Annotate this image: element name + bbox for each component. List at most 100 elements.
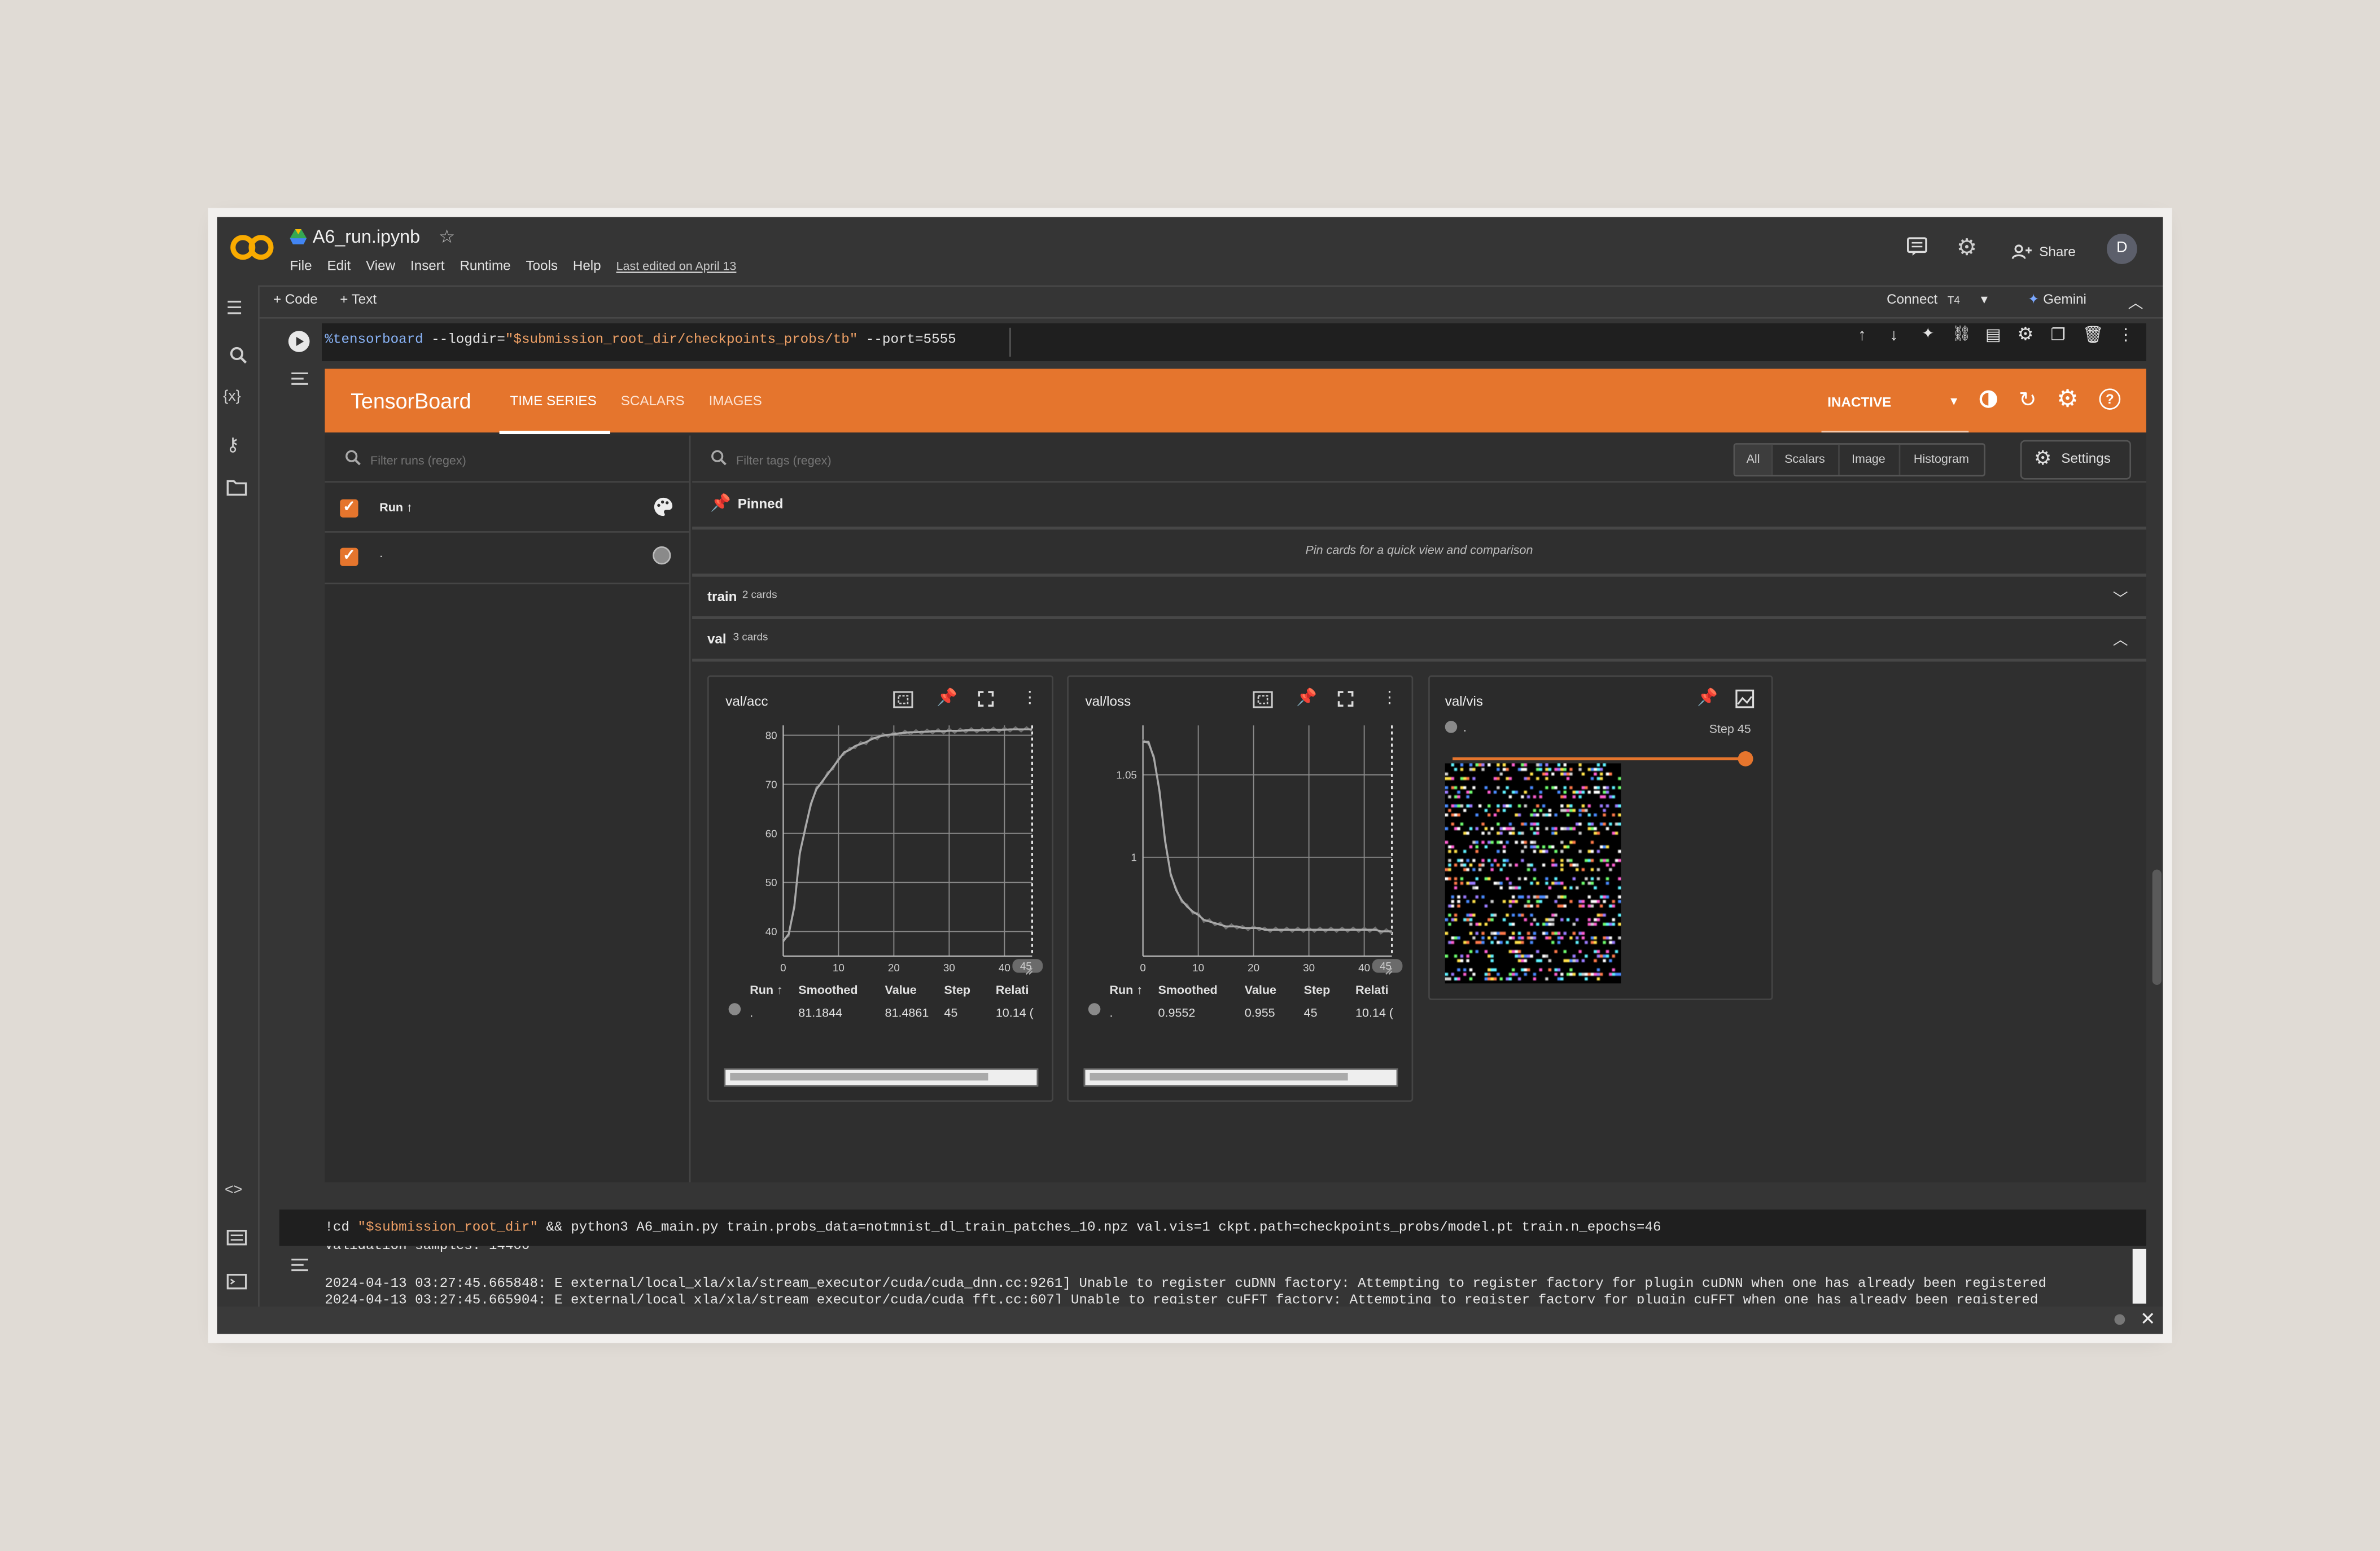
- cell2-output-options-icon[interactable]: [290, 1256, 310, 1273]
- col-run[interactable]: Run ↑: [750, 983, 783, 997]
- tab-scalars[interactable]: SCALARS: [621, 393, 685, 408]
- run-checkbox[interactable]: ✓: [340, 547, 358, 566]
- menu-edit[interactable]: Edit: [327, 258, 351, 273]
- notebook-title[interactable]: A6_run.ipynb: [313, 226, 420, 248]
- settings-gear-icon[interactable]: ⚙: [1957, 234, 1977, 261]
- tab-images[interactable]: IMAGES: [709, 393, 762, 408]
- col-smoothed[interactable]: Smoothed: [1158, 983, 1218, 997]
- run-color-swatch[interactable]: [653, 546, 671, 565]
- filter-all-button[interactable]: All: [1735, 444, 1773, 475]
- filter-image-button[interactable]: Image: [1838, 444, 1901, 475]
- delete-icon[interactable]: 🗑: [2082, 325, 2104, 344]
- collapse-chevron-icon[interactable]: ︿: [2113, 626, 2128, 650]
- image-settings-icon[interactable]: [1735, 689, 1755, 709]
- connect-button[interactable]: Connect T4: [1887, 291, 1960, 306]
- code-cell-2-editor[interactable]: !cd "$submission_root_dir" && python3 A6…: [279, 1209, 2146, 1246]
- settings-button[interactable]: ⚙ Settings: [2020, 440, 2132, 480]
- tb-settings-icon[interactable]: ⚙: [2057, 384, 2079, 414]
- link-icon[interactable]: ⛓: [1952, 326, 1971, 343]
- files-folder-icon[interactable]: [226, 480, 248, 497]
- run-column-header[interactable]: Run ↑: [379, 501, 413, 514]
- fit-domain-icon[interactable]: [1252, 690, 1274, 708]
- collapse-header-icon[interactable]: ︿: [2128, 290, 2143, 313]
- cell-settings-icon[interactable]: ⚙: [2017, 323, 2033, 345]
- scrollbar-thumb[interactable]: [730, 1072, 988, 1081]
- gemini-button[interactable]: ✦ Gemini: [2028, 291, 2086, 308]
- toc-icon[interactable]: ☰: [226, 297, 243, 319]
- col-step[interactable]: Step: [944, 983, 970, 997]
- terminal-icon[interactable]: [226, 1273, 248, 1290]
- comment-icon[interactable]: ▤: [1985, 325, 2001, 344]
- command-palette-icon[interactable]: [226, 1229, 248, 1246]
- card-menu-icon[interactable]: ⋮: [1381, 687, 1398, 707]
- move-up-icon[interactable]: ↑: [1858, 326, 1866, 344]
- add-code-button[interactable]: + Code: [273, 291, 318, 306]
- col-value[interactable]: Value: [1245, 983, 1276, 997]
- more-icon[interactable]: ⋮: [2118, 325, 2134, 344]
- col-step[interactable]: Step: [1304, 983, 1331, 997]
- chart-val-loss[interactable]: 0 10 20 30 4011.0545: [1069, 716, 1412, 977]
- col-relative[interactable]: Relati: [996, 983, 1029, 997]
- close-icon[interactable]: ✕: [2140, 1308, 2155, 1330]
- palette-icon[interactable]: [653, 496, 674, 518]
- card-pin-icon[interactable]: 📌: [1296, 687, 1317, 707]
- card-pin-icon[interactable]: 📌: [1697, 687, 1718, 707]
- tab-time-series[interactable]: TIME SERIES: [510, 393, 596, 408]
- dark-mode-icon[interactable]: [1978, 388, 1999, 410]
- menu-tools[interactable]: Tools: [526, 258, 558, 273]
- search-icon[interactable]: [229, 346, 247, 364]
- x-tick-label: 20: [888, 962, 900, 974]
- code-snippets-icon[interactable]: <>: [225, 1182, 242, 1199]
- avatar[interactable]: D: [2107, 234, 2137, 264]
- secrets-key-icon[interactable]: ⚷: [226, 434, 240, 455]
- menu-insert[interactable]: Insert: [410, 258, 445, 273]
- star-icon[interactable]: ☆: [439, 226, 455, 248]
- page-scrollbar-thumb[interactable]: [2152, 869, 2162, 985]
- fit-domain-icon[interactable]: [893, 690, 914, 708]
- menu-runtime[interactable]: Runtime: [460, 258, 510, 273]
- horizontal-scrollbar[interactable]: [724, 1068, 1039, 1087]
- menu-help[interactable]: Help: [573, 258, 601, 273]
- horizontal-scrollbar[interactable]: [1083, 1068, 1398, 1087]
- filter-tags-input[interactable]: [733, 446, 1195, 474]
- share-button[interactable]: Share: [2011, 238, 2076, 265]
- col-value[interactable]: Value: [885, 983, 917, 997]
- card-menu-icon[interactable]: ⋮: [1022, 687, 1039, 707]
- menu-file[interactable]: File: [290, 258, 312, 273]
- add-text-button[interactable]: + Text: [340, 291, 377, 306]
- x-tick-label: 10: [833, 962, 845, 974]
- gemini-cell-icon[interactable]: ✦: [1922, 326, 1935, 343]
- filter-runs-input[interactable]: [367, 446, 677, 474]
- reload-icon[interactable]: ↻: [2019, 387, 2037, 413]
- slider-thumb[interactable]: [1738, 751, 1753, 766]
- comments-icon[interactable]: [1906, 236, 1928, 256]
- colab-logo[interactable]: [229, 232, 275, 262]
- col-relative[interactable]: Relati: [1355, 983, 1389, 997]
- cell-output-options-icon[interactable]: [290, 370, 310, 387]
- group-val-header[interactable]: val 3 cards ︿: [692, 619, 2146, 659]
- output-scrollbar[interactable]: [2132, 1248, 2146, 1304]
- scrollbar-thumb[interactable]: [1090, 1072, 1348, 1081]
- menu-view[interactable]: View: [366, 258, 395, 273]
- inactive-plugins-dropdown[interactable]: INACTIVE ▾: [1821, 384, 1969, 433]
- card-pin-icon[interactable]: 📌: [937, 687, 957, 707]
- variables-icon[interactable]: {x}: [223, 388, 240, 405]
- mirror-cell-icon[interactable]: ❐: [2051, 325, 2066, 344]
- move-down-icon[interactable]: ↓: [1890, 326, 1898, 344]
- col-run[interactable]: Run ↑: [1109, 983, 1143, 997]
- select-all-runs-checkbox[interactable]: ✓: [340, 499, 358, 518]
- filter-histogram-button[interactable]: Histogram: [1899, 445, 1984, 475]
- filter-scalars-button[interactable]: Scalars: [1771, 444, 1840, 475]
- fullscreen-icon[interactable]: [978, 690, 995, 707]
- chart-val-acc[interactable]: 0 10 20 30 40405060708045: [709, 716, 1052, 977]
- run-cell-button[interactable]: [288, 331, 310, 352]
- expand-chevron-icon[interactable]: ﹀: [2113, 586, 2128, 609]
- help-icon[interactable]: ?: [2099, 388, 2121, 410]
- run-name: .: [379, 546, 383, 560]
- group-train-header[interactable]: train 2 cards ﹀: [692, 577, 2146, 616]
- fullscreen-icon[interactable]: [1337, 690, 1354, 707]
- connect-dropdown-icon[interactable]: ▾: [1981, 291, 1988, 308]
- col-smoothed[interactable]: Smoothed: [798, 983, 858, 997]
- val-vis-image[interactable]: [1445, 763, 1621, 984]
- last-edited-link[interactable]: Last edited on April 13: [616, 260, 737, 273]
